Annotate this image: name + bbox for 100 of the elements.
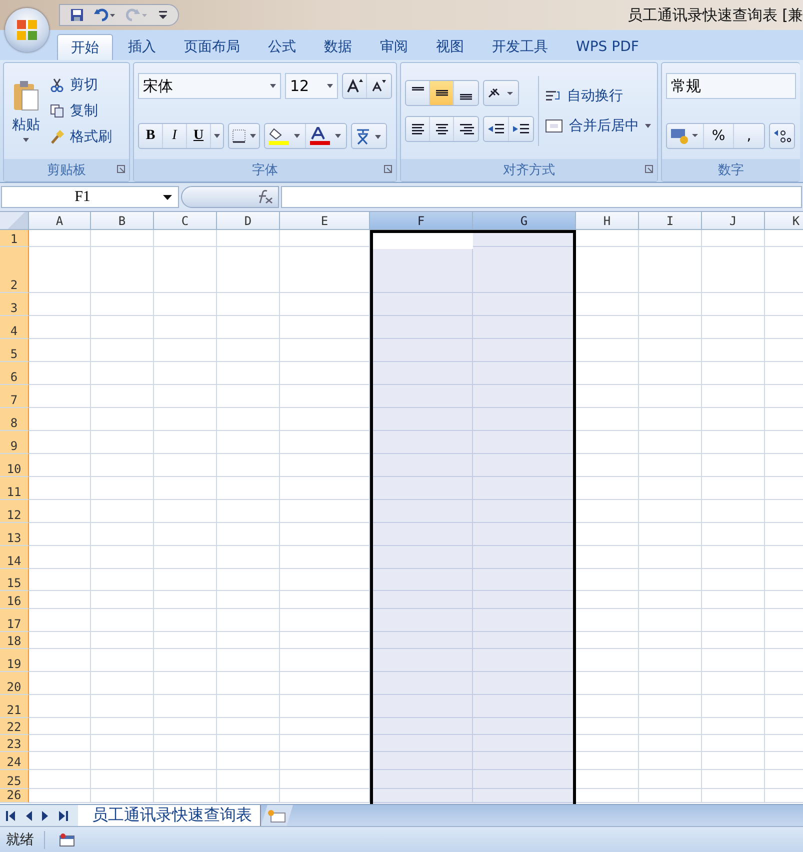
row-header[interactable]: 26 (0, 789, 29, 803)
decimal-icon (773, 128, 791, 144)
row-header[interactable]: 2 (0, 247, 29, 293)
first-sheet-icon[interactable] (6, 810, 15, 820)
row-header[interactable]: 11 (0, 477, 29, 500)
ribbon-tab[interactable]: 公式 (255, 34, 309, 60)
row-header[interactable]: 21 (0, 695, 29, 718)
row-header[interactable]: 7 (0, 385, 29, 408)
align-icon (436, 90, 448, 96)
caret-icon (645, 124, 651, 128)
number-format-field[interactable]: 常规 (666, 73, 796, 99)
dialog-launcher-icon[interactable] (117, 165, 125, 173)
bold-button[interactable]: B (139, 124, 163, 148)
italic-button[interactable]: I (163, 124, 187, 148)
insert-sheet-button[interactable] (261, 805, 293, 826)
row-header[interactable]: 12 (0, 500, 29, 523)
row-header[interactable]: 3 (0, 293, 29, 316)
column-header[interactable]: J (702, 212, 765, 230)
merge-center-button[interactable]: 合并后居中 (543, 116, 653, 136)
row-header[interactable]: 13 (0, 523, 29, 546)
row-header[interactable]: 10 (0, 454, 29, 477)
align-icon (458, 121, 474, 137)
column-header[interactable]: I (639, 212, 702, 230)
window-title: 员工通讯录快速查询表 [兼 (627, 6, 803, 24)
column-header[interactable]: A (29, 212, 91, 230)
fx-icon (256, 190, 274, 204)
row-header[interactable]: 22 (0, 718, 29, 735)
office-button[interactable] (5, 8, 49, 52)
grow-font-icon (346, 79, 362, 93)
row-header[interactable]: 19 (0, 649, 29, 672)
row-header[interactable]: 18 (0, 632, 29, 649)
row-header[interactable]: 20 (0, 672, 29, 695)
name-box[interactable]: F1 (1, 186, 179, 208)
vertical-align-button[interactable] (430, 81, 454, 105)
row-header[interactable]: 17 (0, 609, 29, 632)
row-header[interactable]: 1 (0, 230, 29, 247)
ribbon-tab[interactable]: 视图 (423, 34, 477, 60)
save-icon[interactable] (70, 8, 84, 22)
row-header[interactable]: 23 (0, 735, 29, 752)
percent-button[interactable]: % (704, 124, 734, 148)
row-header[interactable]: 6 (0, 362, 29, 385)
column-header[interactable]: B (91, 212, 154, 230)
row-header[interactable]: 9 (0, 431, 29, 454)
last-sheet-icon[interactable] (59, 810, 68, 820)
font-size-field[interactable]: 12 (285, 73, 338, 99)
wrap-text-button[interactable]: 自动换行 (543, 86, 625, 106)
ribbon-tab[interactable]: 数据 (311, 34, 365, 60)
format-painter-button[interactable]: 格式刷 (48, 127, 114, 147)
ribbon-tab[interactable]: 开始 (57, 34, 113, 60)
copy-button[interactable]: 复制 (48, 101, 114, 121)
active-cell[interactable] (373, 233, 473, 249)
row-header[interactable]: 14 (0, 546, 29, 569)
next-sheet-icon[interactable] (42, 810, 49, 820)
column-header[interactable]: G (473, 212, 576, 230)
row-header[interactable]: 25 (0, 770, 29, 789)
caret-icon (214, 134, 220, 138)
ribbon-tab[interactable]: 插入 (115, 34, 169, 60)
ribbon-tab[interactable]: 开发工具 (479, 34, 561, 60)
paint-bucket-icon (268, 127, 302, 145)
office-logo (17, 20, 37, 40)
sheet-tab[interactable]: 员工通讯录快速查询表 (78, 805, 261, 826)
row-header[interactable]: 15 (0, 569, 29, 591)
brush-icon (50, 130, 64, 144)
column-header[interactable]: E (280, 212, 370, 230)
insert-function-button[interactable] (181, 186, 279, 208)
caret-icon (270, 84, 276, 88)
align-icon (434, 121, 450, 137)
ribbon-tab[interactable]: 审阅 (367, 34, 421, 60)
new-sheet-icon (267, 808, 287, 822)
row-header[interactable]: 4 (0, 316, 29, 339)
comma-button[interactable]: , (734, 124, 764, 148)
merge-icon (545, 119, 563, 133)
column-header[interactable]: D (217, 212, 280, 230)
align-icon (412, 86, 424, 92)
dialog-launcher-icon[interactable] (384, 165, 392, 173)
undo-icon[interactable] (94, 8, 116, 22)
formula-field[interactable] (281, 186, 802, 208)
row-header[interactable]: 5 (0, 339, 29, 362)
font-name-field[interactable]: 宋体 (138, 73, 281, 99)
borders-icon (232, 129, 256, 143)
column-header[interactable]: C (154, 212, 217, 230)
ribbon-tab[interactable]: WPS PDF (563, 34, 652, 60)
previous-sheet-icon[interactable] (25, 810, 32, 820)
row-header[interactable]: 8 (0, 408, 29, 431)
column-header[interactable]: F (370, 212, 473, 230)
macro-record-icon[interactable] (59, 832, 75, 846)
phonetic-icon (355, 127, 383, 145)
customize-icon[interactable] (158, 8, 168, 22)
paste-button[interactable]: 粘贴 (8, 78, 44, 144)
ribbon-tab[interactable]: 页面布局 (171, 34, 253, 60)
cell-grid[interactable] (29, 230, 803, 803)
row-header[interactable]: 24 (0, 752, 29, 770)
cut-button[interactable]: 剪切 (48, 75, 114, 95)
column-header[interactable]: K (765, 212, 803, 230)
dialog-launcher-icon[interactable] (645, 165, 653, 173)
column-header[interactable]: H (576, 212, 639, 230)
align-icon (460, 94, 472, 100)
underline-button[interactable]: U (187, 124, 211, 148)
row-header[interactable]: 16 (0, 591, 29, 609)
caret-icon (327, 84, 333, 88)
